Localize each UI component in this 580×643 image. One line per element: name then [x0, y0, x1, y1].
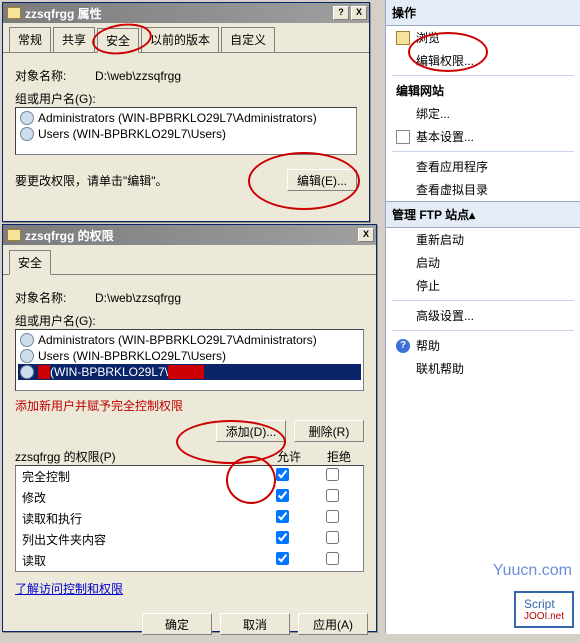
permissions-dialog: zzsqfrgg 的权限 X 安全 对象名称: D:\web\zzsqfrgg … [2, 224, 377, 632]
action-start[interactable]: 启动 [386, 251, 580, 274]
tab-custom[interactable]: 自定义 [221, 27, 275, 52]
action-basic-settings[interactable]: 基本设置... [386, 125, 580, 148]
edit-button[interactable]: 编辑(E)... [287, 169, 357, 191]
security-panel: 对象名称: D:\web\zzsqfrgg 组或用户名(G): Administ… [3, 53, 369, 205]
folder-icon [396, 31, 410, 45]
object-path: D:\web\zzsqfrgg [95, 291, 181, 305]
watermark: Yuucn.com [493, 562, 572, 580]
separator [392, 151, 574, 152]
close-button[interactable]: X [351, 6, 367, 20]
separator [392, 75, 574, 76]
allow-checkbox[interactable] [276, 468, 289, 481]
deny-checkbox[interactable] [326, 489, 339, 502]
collapse-button[interactable]: ▴ [469, 208, 475, 222]
deny-checkbox[interactable] [326, 510, 339, 523]
cancel-button[interactable]: 取消 [220, 613, 290, 635]
users-listbox[interactable]: Administrators (WIN-BPBRKLO29L7\Administ… [15, 329, 364, 391]
permission-name: 修改 [22, 489, 257, 506]
action-bindings[interactable]: 绑定... [386, 102, 580, 125]
help-icon: ? [396, 339, 410, 353]
remove-button[interactable]: 删除(R) [294, 420, 364, 442]
list-item-selected[interactable]: xx(WIN-BPBRKLO29L7\xxxxxx [18, 364, 361, 380]
deny-column: 拒绝 [314, 448, 364, 465]
list-item[interactable]: Administrators (WIN-BPBRKLO29L7\Administ… [18, 332, 361, 348]
action-view-vdirs[interactable]: 查看虚拟目录 [386, 178, 580, 201]
tab-sharing[interactable]: 共享 [53, 27, 95, 52]
groups-label: 组或用户名(G): [15, 90, 357, 107]
section-edit-site: 编辑网站 [386, 79, 580, 102]
permission-row: 列出文件夹内容 [16, 529, 363, 550]
users-listbox[interactable]: Administrators (WIN-BPBRKLO29L7\Administ… [15, 107, 357, 155]
tab-general[interactable]: 常规 [9, 27, 51, 52]
group-icon [20, 333, 34, 347]
apply-button[interactable]: 应用(A) [298, 613, 368, 635]
permission-row: 修改 [16, 487, 363, 508]
document-icon [396, 130, 410, 144]
deny-checkbox[interactable] [326, 468, 339, 481]
permission-name: 完全控制 [22, 468, 257, 485]
group-icon [20, 111, 34, 125]
permission-name: 列出文件夹内容 [22, 531, 257, 548]
dialog-title: zzsqfrgg 的权限 [25, 227, 356, 244]
tab-security[interactable]: 安全 [97, 28, 139, 53]
section-manage-ftp: 管理 FTP 站点 ▴ [386, 201, 580, 228]
separator [392, 330, 574, 331]
close-button[interactable]: X [358, 228, 374, 242]
tab-previous[interactable]: 以前的版本 [141, 27, 219, 52]
allow-checkbox[interactable] [276, 510, 289, 523]
titlebar[interactable]: zzsqfrgg 的权限 X [3, 225, 376, 245]
group-icon [20, 349, 34, 363]
permission-name: 读取和执行 [22, 510, 257, 527]
add-button[interactable]: 添加(D)... [216, 420, 286, 442]
permissions-for-label: zzsqfrgg 的权限(P) [15, 448, 264, 465]
ok-button[interactable]: 确定 [142, 613, 212, 635]
edit-hint: 要更改权限，请单击"编辑"。 [15, 172, 287, 189]
separator [392, 300, 574, 301]
list-item[interactable]: Users (WIN-BPBRKLO29L7\Users) [18, 348, 361, 364]
groups-label: 组或用户名(G): [15, 312, 364, 329]
permissions-box: 完全控制修改读取和执行列出文件夹内容读取 [15, 465, 364, 572]
tab-bar: 常规 共享 安全 以前的版本 自定义 [3, 23, 369, 53]
object-name-label: 对象名称: [15, 289, 95, 306]
action-view-apps[interactable]: 查看应用程序 [386, 155, 580, 178]
tab-security[interactable]: 安全 [9, 250, 51, 275]
action-help[interactable]: ?帮助 [386, 334, 580, 357]
dialog-buttons: 确定 取消 应用(A) [3, 605, 376, 643]
allow-checkbox[interactable] [276, 552, 289, 565]
action-advanced[interactable]: 高级设置... [386, 304, 580, 327]
dialog-title: zzsqfrgg 属性 [25, 5, 331, 22]
action-restart[interactable]: 重新启动 [386, 228, 580, 251]
permissions-panel: 对象名称: D:\web\zzsqfrgg 组或用户名(G): Administ… [3, 275, 376, 605]
properties-dialog: zzsqfrgg 属性 ? X 常规 共享 安全 以前的版本 自定义 对象名称:… [2, 2, 370, 222]
folder-icon [7, 7, 21, 19]
allow-column: 允许 [264, 448, 314, 465]
object-name-label: 对象名称: [15, 67, 95, 84]
help-button[interactable]: ? [333, 6, 349, 20]
folder-icon [7, 229, 21, 241]
deny-checkbox[interactable] [326, 531, 339, 544]
learn-link[interactable]: 了解访问控制和权限 [15, 582, 123, 596]
user-icon [20, 365, 34, 379]
action-browse[interactable]: 浏览 [386, 26, 580, 49]
actions-header: 操作 [386, 0, 580, 26]
titlebar[interactable]: zzsqfrgg 属性 ? X [3, 3, 369, 23]
allow-checkbox[interactable] [276, 531, 289, 544]
permission-row: 完全控制 [16, 466, 363, 487]
list-item[interactable]: Users (WIN-BPBRKLO29L7\Users) [18, 126, 354, 142]
action-online-help[interactable]: 联机帮助 [386, 357, 580, 380]
actions-pane: 操作 浏览 编辑权限... 编辑网站 绑定... 基本设置... 查看应用程序 … [385, 0, 580, 634]
list-item[interactable]: Administrators (WIN-BPBRKLO29L7\Administ… [18, 110, 354, 126]
script-badge: Script JOOI.net [514, 591, 574, 628]
permission-name: 读取 [22, 552, 257, 569]
deny-checkbox[interactable] [326, 552, 339, 565]
permission-row: 读取和执行 [16, 508, 363, 529]
permission-row: 读取 [16, 550, 363, 571]
annotation-text: 添加新用户并赋予完全控制权限 [15, 397, 364, 414]
object-path: D:\web\zzsqfrgg [95, 69, 181, 83]
allow-checkbox[interactable] [276, 489, 289, 502]
action-edit-permissions[interactable]: 编辑权限... [386, 49, 580, 72]
tab-bar: 安全 [3, 245, 376, 275]
action-stop[interactable]: 停止 [386, 274, 580, 297]
group-icon [20, 127, 34, 141]
